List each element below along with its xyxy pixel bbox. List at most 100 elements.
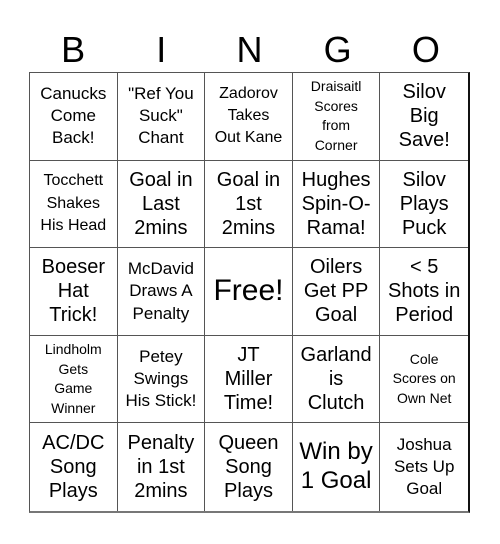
cell-text-line: 2mins bbox=[134, 216, 188, 239]
cell-text-line: Clutch bbox=[307, 392, 365, 415]
bingo-cell-r5-c2[interactable]: Penalty in 1st 2mins bbox=[118, 423, 206, 511]
cell-text: Hughes Spin-O- Rama! bbox=[302, 168, 371, 240]
cell-text-line: Draisaitl bbox=[310, 78, 362, 95]
header-letter-o: O bbox=[411, 29, 440, 70]
cell-text-line: Game bbox=[54, 380, 93, 397]
cell-text: Queen Song Plays bbox=[218, 431, 278, 503]
bingo-cell-r2-c1[interactable]: Tocchett Shakes His Head bbox=[30, 160, 118, 249]
cell-text-line: Song bbox=[225, 456, 272, 479]
cell-text-line: Rama! bbox=[306, 216, 366, 239]
cell-text: Draisaitl Scores from Corner bbox=[311, 77, 362, 155]
cell-text-line: Trick! bbox=[49, 304, 98, 327]
cell-text-line: Shakes bbox=[46, 194, 100, 212]
bingo-cell-r5-c5[interactable]: Joshua Sets Up Goal bbox=[380, 423, 468, 511]
bingo-cell-r3-c4[interactable]: Oilers Get PP Goal bbox=[292, 248, 381, 336]
bingo-cell-r4-c3[interactable]: JT Miller Time! bbox=[205, 335, 293, 424]
cell-text: Canucks Come Back! bbox=[40, 83, 106, 149]
cell-text-line: Last bbox=[141, 192, 180, 215]
cell-text: AC/DC Song Plays bbox=[42, 431, 104, 503]
header-letter-i: I bbox=[156, 29, 167, 70]
cell-text-line: Period bbox=[395, 304, 454, 327]
cell-text-line: Lindholm bbox=[44, 340, 102, 357]
bingo-cell-r1-c2[interactable]: "Ref You Suck" Chant bbox=[117, 73, 206, 161]
cell-text-line: Canucks bbox=[40, 84, 107, 104]
cell-text-line: Boeser bbox=[41, 256, 105, 279]
cell-text-line: Puck bbox=[401, 216, 447, 239]
cell-text-line: Free! bbox=[213, 274, 284, 308]
bingo-cell-r2-c2[interactable]: Goal in Last 2mins bbox=[117, 160, 206, 249]
bingo-grid: Canucks Come Back! "Ref You Suck" Chant Zadoro… bbox=[29, 72, 470, 513]
cell-text-line: Sets Up bbox=[393, 457, 455, 477]
cell-text-line: Takes bbox=[227, 107, 270, 125]
cell-text-line: Joshua bbox=[396, 435, 452, 455]
cell-text-line: 2mins bbox=[134, 480, 188, 503]
cell-text: Zadorov Takes Out Kane bbox=[215, 83, 283, 150]
cell-text-line: Out Kane bbox=[214, 129, 283, 147]
free-space-cell[interactable]: Free! bbox=[205, 248, 293, 336]
cell-text-line: Spin-O- bbox=[301, 192, 371, 215]
cell-text: Goal in 1st 2mins bbox=[217, 168, 280, 240]
cell-text-line: Goal bbox=[406, 479, 443, 499]
cell-text-line: Queen bbox=[218, 432, 279, 455]
cell-text-line: Silov bbox=[402, 168, 446, 191]
cell-text-line: Draws A bbox=[129, 281, 193, 301]
header-letter-b: B bbox=[61, 29, 86, 70]
bingo-cell-r2-c4[interactable]: Hughes Spin-O- Rama! bbox=[292, 160, 381, 249]
cell-text-line: Goal in bbox=[129, 168, 193, 191]
cell-text-line: Winner bbox=[51, 399, 96, 416]
cell-text-line: Corner bbox=[314, 136, 358, 153]
bingo-cell-r3-c1[interactable]: Boeser Hat Trick! bbox=[30, 248, 118, 336]
bingo-cell-r3-c5[interactable]: < 5 Shots in Period bbox=[380, 248, 468, 336]
bingo-cell-r3-c2[interactable]: McDavid Draws A Penalty bbox=[117, 248, 206, 336]
cell-text: Petey Swings His Stick! bbox=[125, 346, 196, 412]
bingo-cell-r1-c4[interactable]: Draisaitl Scores from Corner bbox=[292, 73, 381, 161]
cell-text-line: Tocchett bbox=[43, 172, 104, 190]
cell-text: < 5 Shots in Period bbox=[388, 255, 460, 327]
bingo-cell-r2-c3[interactable]: Goal in 1st 2mins bbox=[205, 160, 293, 249]
cell-text-line: 1 Goal bbox=[300, 467, 372, 495]
cell-text-line: Suck" bbox=[138, 106, 183, 126]
bingo-cell-r5-c3[interactable]: Queen Song Plays bbox=[205, 423, 293, 511]
cell-text-line: His Head bbox=[40, 217, 107, 235]
cell-text: Garland is Clutch bbox=[301, 343, 372, 415]
cell-text-line: Oilers bbox=[309, 256, 363, 279]
bingo-cell-r4-c1[interactable]: Lindholm Gets Game Winner bbox=[30, 335, 118, 424]
cell-text-line: Come bbox=[50, 106, 96, 126]
cell-text-line: Hat bbox=[57, 280, 89, 303]
cell-text-line: Penalty bbox=[132, 303, 190, 323]
bingo-cell-r5-c1[interactable]: AC/DC Song Plays bbox=[30, 423, 118, 511]
cell-text: McDavid Draws A Penalty bbox=[128, 258, 194, 324]
cell-text-line: Plays bbox=[48, 480, 98, 503]
cell-text-line: Plays bbox=[399, 192, 449, 215]
cell-text-line: His Stick! bbox=[125, 391, 197, 411]
cell-text: Free! bbox=[213, 274, 283, 309]
cell-text-line: Penalty bbox=[127, 432, 195, 455]
bingo-header: B I N G O bbox=[29, 28, 470, 72]
bingo-cell-r1-c1[interactable]: Canucks Come Back! bbox=[30, 73, 118, 161]
cell-text-line: Get PP bbox=[303, 280, 369, 303]
bingo-cell-r5-c4[interactable]: Win by 1 Goal bbox=[293, 423, 381, 511]
cell-text: Cole Scores on Own Net bbox=[393, 350, 456, 409]
cell-text-line: Scores bbox=[314, 97, 358, 114]
cell-text: Goal in Last 2mins bbox=[129, 168, 192, 240]
cell-text-line: Big bbox=[409, 105, 439, 128]
bingo-cell-r1-c5[interactable]: Silov Big Save! bbox=[380, 73, 468, 161]
bingo-cell-r2-c5[interactable]: Silov Plays Puck bbox=[380, 161, 468, 249]
cell-text-line: 2mins bbox=[221, 216, 276, 239]
cell-text: Joshua Sets Up Goal bbox=[394, 434, 454, 500]
cell-text: Lindholm Gets Game Winner bbox=[45, 340, 102, 418]
cell-text: Silov Big Save! bbox=[399, 80, 450, 152]
cell-text: Boeser Hat Trick! bbox=[42, 255, 105, 327]
cell-text-line: Miller bbox=[224, 368, 273, 391]
bingo-cell-r4-c5[interactable]: Cole Scores on Own Net bbox=[380, 336, 468, 424]
cell-text-line: AC/DC bbox=[42, 432, 105, 455]
cell-text: JT Miller Time! bbox=[224, 343, 273, 415]
bingo-cell-r4-c2[interactable]: Petey Swings His Stick! bbox=[117, 335, 206, 424]
cell-text-line: Back! bbox=[52, 128, 95, 148]
cell-text-line: "Ref You bbox=[128, 84, 194, 104]
cell-text-line: Song bbox=[49, 456, 97, 479]
bingo-cell-r1-c3[interactable]: Zadorov Takes Out Kane bbox=[205, 73, 293, 161]
bingo-cell-r4-c4[interactable]: Garland is Clutch bbox=[292, 335, 381, 424]
cell-text-line: Hughes bbox=[301, 168, 371, 191]
cell-text: "Ref You Suck" Chant bbox=[128, 83, 194, 149]
